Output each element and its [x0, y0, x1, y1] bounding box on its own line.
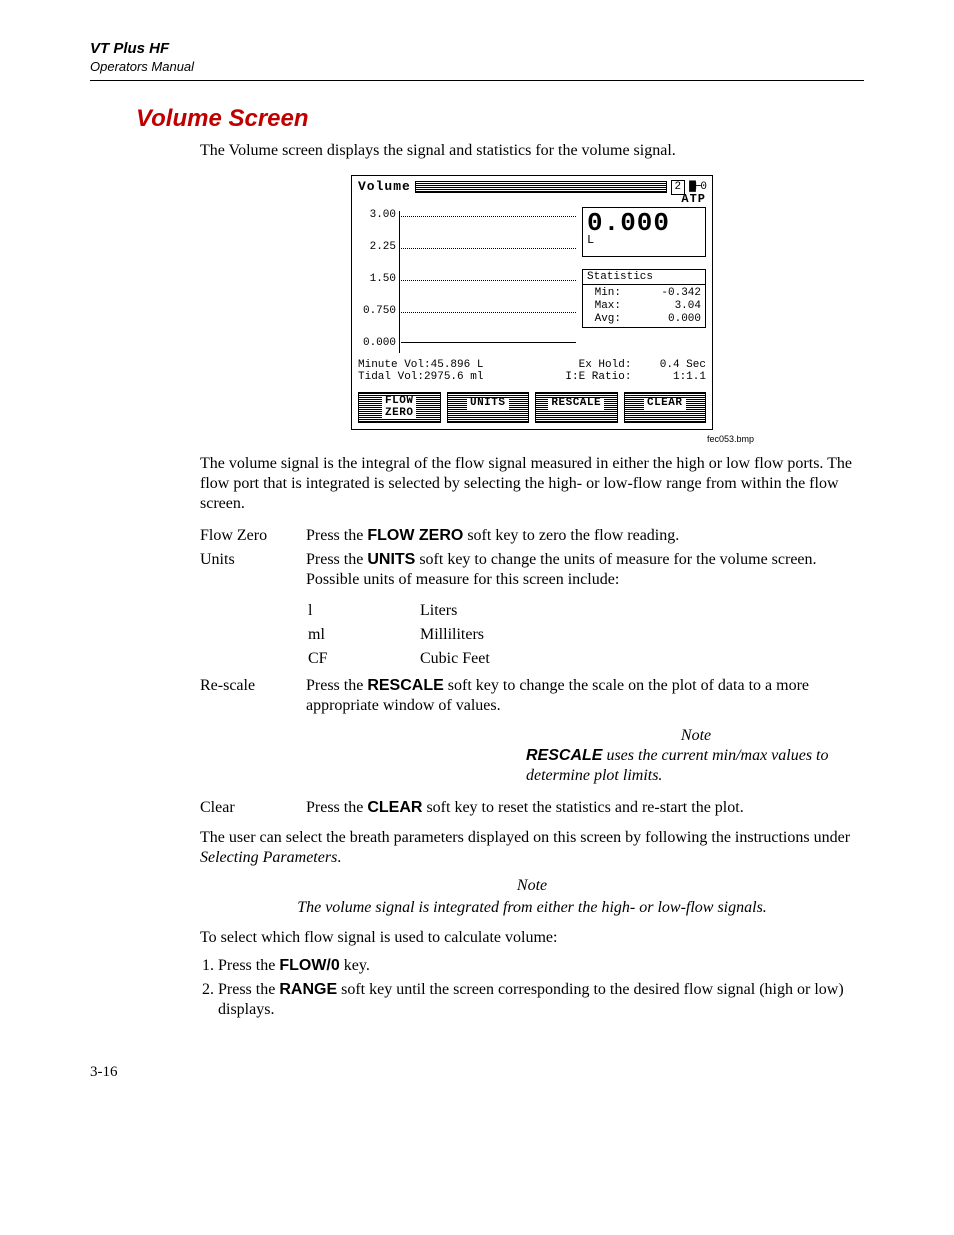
- running-head-product: VT Plus HF: [90, 40, 864, 57]
- ytick-0: 3.00: [358, 209, 396, 222]
- intro-paragraph: The Volume screen displays the signal an…: [200, 141, 864, 161]
- def-flowzero-term: Flow Zero: [200, 524, 306, 548]
- softkey-units[interactable]: UNITS: [447, 392, 530, 423]
- select-flow-steps: Press the FLOW/0 key. Press the RANGE so…: [200, 956, 864, 1020]
- stat-min-k: Min:: [587, 287, 621, 300]
- breath-params: Minute Vol:45.896 L Ex Hold: 0.4 Sec Tid…: [352, 357, 712, 388]
- page-number: 3-16: [90, 1064, 864, 1081]
- softkey-flow-zero[interactable]: FLOW ZERO: [358, 392, 441, 423]
- stat-avg-v: 0.000: [625, 313, 701, 326]
- select-flow-intro: To select which flow signal is used to c…: [200, 928, 864, 948]
- unit-name-1: Milliliters: [420, 624, 490, 646]
- note-rescale: Note RESCALE uses the current min/max va…: [526, 726, 866, 786]
- def-flowzero-body: Press the FLOW ZERO soft key to zero the…: [306, 524, 864, 548]
- screen-title: Volume: [358, 180, 411, 195]
- param-exhold-k: Ex Hold:: [507, 359, 631, 372]
- step-1: Press the FLOW/0 key.: [218, 956, 864, 976]
- ytick-3: 0.750: [358, 305, 396, 318]
- section-title: Volume Screen: [136, 105, 864, 133]
- stat-min-v: -0.342: [625, 287, 701, 300]
- param-ie-v: 1:1.1: [631, 371, 706, 384]
- step-2: Press the RANGE soft key until the scree…: [218, 980, 864, 1020]
- readout-box: 0.000 L: [582, 207, 706, 257]
- unit-name-0: Liters: [420, 600, 490, 622]
- title-hatch: [415, 181, 667, 193]
- after-figure-paragraph: The volume signal is the integral of the…: [200, 454, 864, 514]
- stats-box: Statistics Min: -0.342 Max: 3.04 Avg: 0.0…: [582, 269, 706, 329]
- stat-max-k: Max:: [587, 300, 621, 313]
- def-units-body: Press the UNITS soft key to change the u…: [306, 548, 864, 674]
- param-ie-k: I:E Ratio:: [507, 371, 631, 384]
- unit-name-2: Cubic Feet: [420, 648, 490, 670]
- select-params-paragraph: The user can select the breath parameter…: [200, 828, 864, 868]
- param-tidal-vol: Tidal Vol:2975.6 ml: [358, 371, 507, 384]
- def-clear-body: Press the CLEAR soft key to reset the st…: [306, 796, 744, 820]
- param-minute-vol: Minute Vol:45.896 L: [358, 359, 507, 372]
- def-rescale-body: Press the RESCALE soft key to change the…: [306, 674, 864, 718]
- running-head-subtitle: Operators Manual: [90, 59, 864, 74]
- note2-body: The volume signal is integrated from eit…: [200, 898, 864, 918]
- softkey-clear[interactable]: CLEAR: [624, 392, 707, 423]
- mode-label: ATP: [358, 193, 706, 207]
- unit-sym-2: CF: [308, 648, 418, 670]
- ytick-1: 2.25: [358, 241, 396, 254]
- readout-value: 0.000: [587, 210, 701, 236]
- device-figure: Volume 2 ▇⊢0 ATP 3.00 2.25 1.50: [200, 175, 864, 430]
- volume-plot: 3.00 2.25 1.50 0.750 0.000: [358, 207, 578, 357]
- plot-series: [401, 342, 576, 343]
- stats-header: Statistics: [583, 270, 705, 286]
- header-rule: [90, 80, 864, 81]
- figure-caption: fec053.bmp: [200, 434, 754, 445]
- note2-label: Note: [200, 876, 864, 896]
- unit-sym-0: l: [308, 600, 418, 622]
- softkey-rescale[interactable]: RESCALE: [535, 392, 618, 423]
- def-rescale-term: Re-scale: [200, 674, 306, 718]
- def-units-term: Units: [200, 548, 306, 674]
- ytick-2: 1.50: [358, 273, 396, 286]
- stat-avg-k: Avg:: [587, 313, 621, 326]
- param-exhold-v: 0.4 Sec: [631, 359, 706, 372]
- unit-sym-1: ml: [308, 624, 418, 646]
- ytick-4: 0.000: [358, 337, 396, 350]
- stat-max-v: 3.04: [625, 300, 701, 313]
- def-clear-term: Clear: [200, 796, 306, 820]
